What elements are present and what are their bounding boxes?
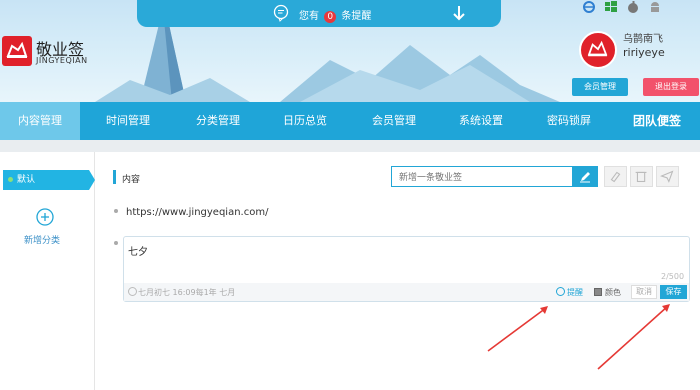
logo-icon xyxy=(2,36,32,66)
nav-team-notes[interactable]: 团队便签 xyxy=(614,102,700,140)
category-default[interactable]: 默认 xyxy=(3,170,95,190)
remind-button[interactable]: 提醒 xyxy=(567,287,583,298)
trash-icon xyxy=(635,171,647,183)
delete-button[interactable] xyxy=(630,166,653,187)
arrow-down-icon[interactable] xyxy=(451,4,467,22)
note-time: 七月初七 16:09每1年 七月 xyxy=(138,288,236,297)
alarm-clock-icon[interactable] xyxy=(556,287,565,296)
notice-prefix: 您有 xyxy=(299,11,319,22)
apple-icon[interactable] xyxy=(626,0,640,14)
category-dot-icon xyxy=(8,177,13,182)
note-bullet xyxy=(114,241,118,245)
broom-icon xyxy=(610,171,621,183)
category-default-label: 默认 xyxy=(17,175,36,185)
note-editor-text[interactable]: 七夕 xyxy=(128,243,148,258)
brand-logo[interactable]: 敬业签 JINGYEQIAN xyxy=(0,36,87,66)
send-icon xyxy=(660,170,674,183)
user-id: ririyeye xyxy=(623,46,665,59)
edit-button[interactable] xyxy=(573,166,598,187)
section-marker xyxy=(113,170,116,184)
platform-downloads xyxy=(582,0,662,18)
nav-system-settings[interactable]: 系统设置 xyxy=(438,102,524,140)
add-category-label[interactable]: 新增分类 xyxy=(24,233,60,246)
ie-icon[interactable] xyxy=(582,0,596,14)
nav-content-management[interactable]: 内容管理 xyxy=(0,102,80,140)
nav-password-lock[interactable]: 密码锁屏 xyxy=(524,102,614,140)
main-nav: 内容管理 时间管理 分类管理 日历总览 会员管理 系统设置 密码锁屏 团队便签 xyxy=(0,102,700,140)
nav-member-management[interactable]: 会员管理 xyxy=(350,102,438,140)
logout-button[interactable]: 退出登录 xyxy=(643,78,699,96)
notification-text: 您有 0 条提醒 xyxy=(299,7,371,23)
user-name: 乌鹊南飞 xyxy=(623,34,663,45)
windows-icon[interactable] xyxy=(604,0,618,14)
chat-bubble-icon xyxy=(273,4,289,22)
char-counter: 2/500 xyxy=(661,272,685,281)
notification-bar[interactable]: 您有 0 条提醒 xyxy=(137,0,501,27)
notice-suffix: 条提醒 xyxy=(341,11,372,22)
divider xyxy=(0,140,700,152)
pencil-icon xyxy=(580,172,590,183)
avatar[interactable] xyxy=(579,31,617,69)
cancel-button[interactable]: 取消 xyxy=(631,285,657,299)
add-category-icon[interactable] xyxy=(36,208,54,226)
clean-button[interactable] xyxy=(604,166,627,187)
header: 您有 0 条提醒 敬业签 JINGYEQIAN 乌鹊南飞 ririyeye 会员… xyxy=(0,0,700,102)
brand-subtitle: JINGYEQIAN xyxy=(36,56,88,65)
color-button[interactable]: 颜色 xyxy=(605,287,621,298)
note-bullet xyxy=(114,209,118,213)
clock-icon xyxy=(128,287,137,296)
nav-calendar-overview[interactable]: 日历总览 xyxy=(260,102,350,140)
category-pointer xyxy=(89,170,95,190)
color-swatch-icon[interactable] xyxy=(594,288,602,296)
android-icon[interactable] xyxy=(648,0,662,14)
new-note-input[interactable] xyxy=(391,166,573,187)
save-button[interactable]: 保存 xyxy=(660,285,687,299)
nav-category-management[interactable]: 分类管理 xyxy=(176,102,260,140)
nav-time-management[interactable]: 时间管理 xyxy=(80,102,176,140)
member-management-button[interactable]: 会员管理 xyxy=(572,78,628,96)
note-item-text[interactable]: https://www.jingyeqian.com/ xyxy=(126,207,268,218)
section-title: 内容 xyxy=(122,175,141,185)
send-button[interactable] xyxy=(656,166,679,187)
notice-count-badge: 0 xyxy=(324,11,337,23)
